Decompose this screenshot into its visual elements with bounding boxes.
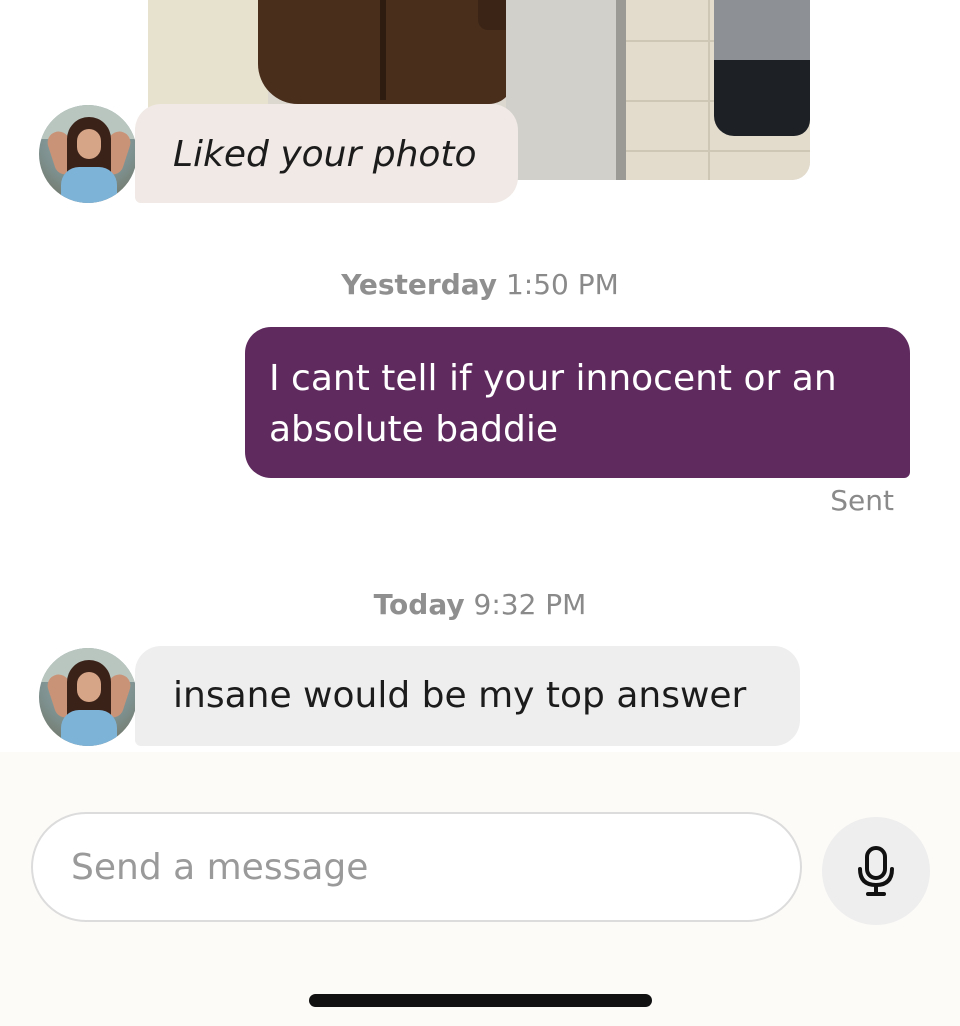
received-message-bubble[interactable]: insane would be my top answer — [135, 646, 800, 746]
message-input[interactable] — [31, 812, 802, 922]
voice-message-button[interactable] — [822, 817, 930, 925]
match-avatar[interactable] — [39, 105, 137, 203]
timestamp-day: Today — [373, 588, 465, 621]
timestamp-time: 1:50 PM — [505, 268, 619, 301]
chat-screen: Liked your photo Yesterday 1:50 PM I can… — [0, 0, 960, 1026]
microphone-icon — [858, 846, 894, 896]
sent-message-bubble[interactable]: I cant tell if your innocent or an absol… — [245, 327, 910, 478]
sent-status-label: Sent — [830, 484, 894, 517]
match-avatar[interactable] — [39, 648, 137, 746]
message-composer — [0, 752, 960, 1026]
message-timestamp: Yesterday 1:50 PM — [0, 268, 960, 301]
timestamp-time: 9:32 PM — [473, 588, 587, 621]
timestamp-day: Yesterday — [341, 268, 498, 301]
home-indicator[interactable] — [309, 994, 652, 1007]
message-timestamp: Today 9:32 PM — [0, 588, 960, 621]
liked-photo-message[interactable]: Liked your photo — [135, 104, 518, 203]
